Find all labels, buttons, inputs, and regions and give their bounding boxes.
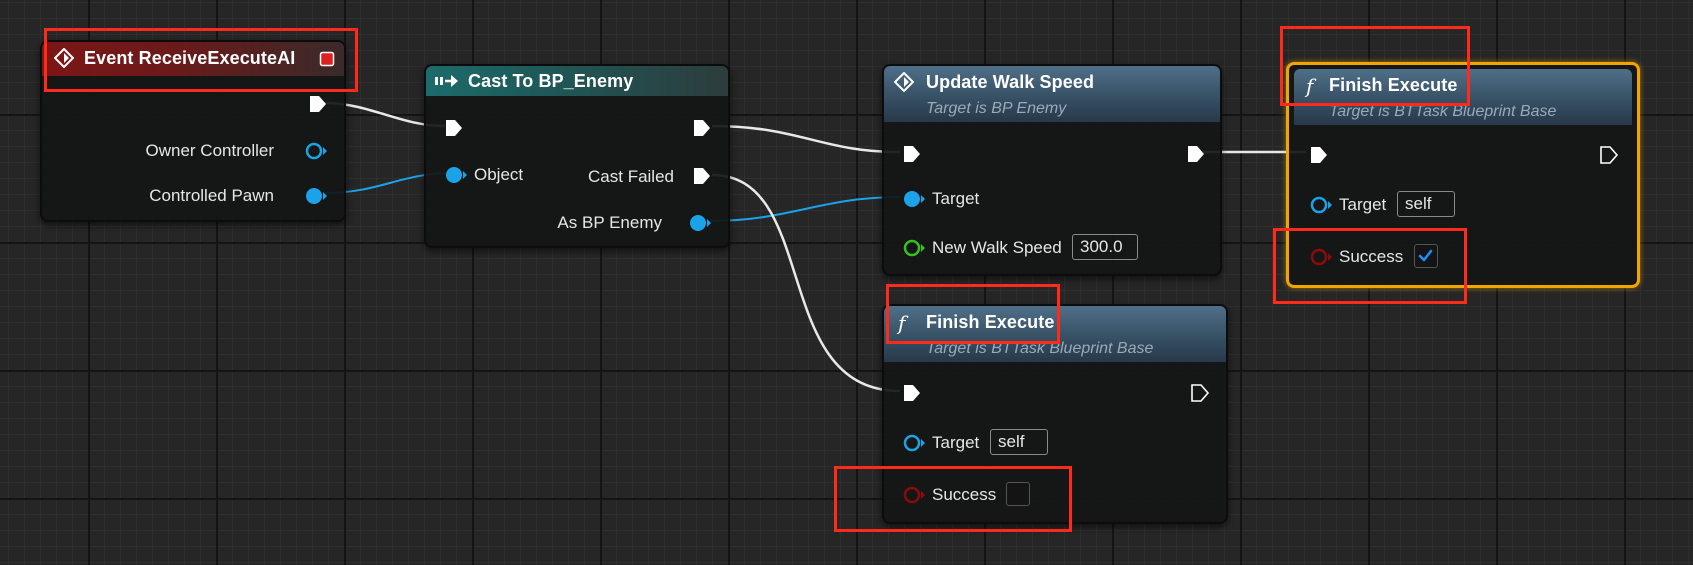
exec-out-pin-unconnected[interactable] xyxy=(1190,383,1210,403)
update-walk-speed-header[interactable]: Update Walk Speed Target is BP Enemy xyxy=(884,66,1220,122)
event-receive-execute-ai-node[interactable]: Event ReceiveExecuteAI Owner Controller … xyxy=(40,40,346,222)
node-title: Finish Execute xyxy=(1329,75,1458,95)
node-subtitle: Target is BP Enemy xyxy=(926,100,1067,117)
finish-execute-success-node[interactable]: f Finish Execute Target is BTTask Bluepr… xyxy=(1286,62,1640,288)
owner-controller-label: Owner Controller xyxy=(145,141,275,160)
controlled-pawn-pin[interactable] xyxy=(304,185,328,207)
event-node-header[interactable]: Event ReceiveExecuteAI xyxy=(42,42,344,76)
object-pin[interactable] xyxy=(444,164,468,186)
exec-out-pin[interactable] xyxy=(308,94,328,114)
controlled-pawn-label: Controlled Pawn xyxy=(149,186,274,205)
as-bp-enemy-pin[interactable] xyxy=(688,212,712,234)
exec-out-pin-unconnected[interactable] xyxy=(1599,145,1619,165)
success-label: Success xyxy=(1339,247,1404,266)
success-label: Success xyxy=(932,485,997,504)
finish-execute-header[interactable]: f Finish Execute Target is BTTask Bluepr… xyxy=(884,306,1226,362)
exec-in-pin[interactable] xyxy=(902,144,922,164)
new-walk-speed-pin[interactable] xyxy=(902,237,926,259)
node-title: Finish Execute xyxy=(926,312,1055,332)
cast-arrow-icon xyxy=(435,75,458,87)
target-pin[interactable] xyxy=(902,188,926,210)
svg-text:f: f xyxy=(1304,74,1317,98)
success-pin[interactable] xyxy=(902,484,926,506)
exec-in-pin[interactable] xyxy=(444,118,464,138)
target-label: Target xyxy=(932,189,980,208)
success-checkbox-checked[interactable] xyxy=(1414,244,1438,268)
update-walk-speed-node[interactable]: Update Walk Speed Target is BP Enemy Tar… xyxy=(882,64,1222,276)
exec-out-pin[interactable] xyxy=(1186,144,1206,164)
node-title: Update Walk Speed xyxy=(926,72,1095,92)
exec-wire-cast-to-update[interactable] xyxy=(711,124,901,154)
node-subtitle: Target is BTTask Blueprint Base xyxy=(926,340,1154,357)
target-label: Target xyxy=(932,433,980,452)
node-subtitle: Target is BTTask Blueprint Base xyxy=(1329,103,1557,120)
object-wire-enemy-to-target[interactable] xyxy=(709,196,901,222)
new-walk-speed-input[interactable]: 300.0 xyxy=(1072,234,1138,260)
svg-text:f: f xyxy=(896,311,909,335)
node-title: Event ReceiveExecuteAI xyxy=(84,48,296,68)
cast-failed-exec-pin[interactable] xyxy=(692,166,712,186)
target-self-input[interactable]: self xyxy=(1397,191,1455,217)
finish-execute-header[interactable]: f Finish Execute Target is BTTask Bluepr… xyxy=(1294,69,1632,125)
new-walk-speed-label: New Walk Speed xyxy=(932,238,1062,257)
node-title: Cast To BP_Enemy xyxy=(468,71,634,91)
function-diamond-icon xyxy=(894,72,914,92)
success-checkbox-unchecked[interactable] xyxy=(1006,482,1030,506)
target-pin[interactable] xyxy=(902,432,926,454)
delegate-square-icon[interactable] xyxy=(319,51,335,67)
owner-controller-pin[interactable] xyxy=(304,140,328,162)
target-pin[interactable] xyxy=(1309,194,1333,216)
checkmark-icon xyxy=(1418,249,1433,262)
success-pin[interactable] xyxy=(1309,246,1333,268)
cast-node-header[interactable]: Cast To BP_Enemy xyxy=(426,66,728,96)
target-self-input[interactable]: self xyxy=(990,429,1048,455)
function-f-icon: f xyxy=(1304,74,1317,98)
cast-failed-label: Cast Failed xyxy=(588,167,674,186)
exec-in-pin[interactable] xyxy=(1309,145,1329,165)
finish-execute-fail-node[interactable]: f Finish Execute Target is BTTask Bluepr… xyxy=(882,304,1228,524)
function-f-icon: f xyxy=(896,311,909,335)
as-bp-enemy-label: As BP Enemy xyxy=(557,213,662,232)
exec-wire-castfailed-to-finish[interactable] xyxy=(711,173,901,393)
event-diamond-icon xyxy=(54,48,74,68)
target-label: Target xyxy=(1339,195,1387,214)
cast-to-bp-enemy-node[interactable]: Cast To BP_Enemy Object Cast Failed As B… xyxy=(424,64,730,248)
exec-in-pin[interactable] xyxy=(902,383,922,403)
object-label: Object xyxy=(474,165,524,184)
exec-out-pin[interactable] xyxy=(692,118,712,138)
